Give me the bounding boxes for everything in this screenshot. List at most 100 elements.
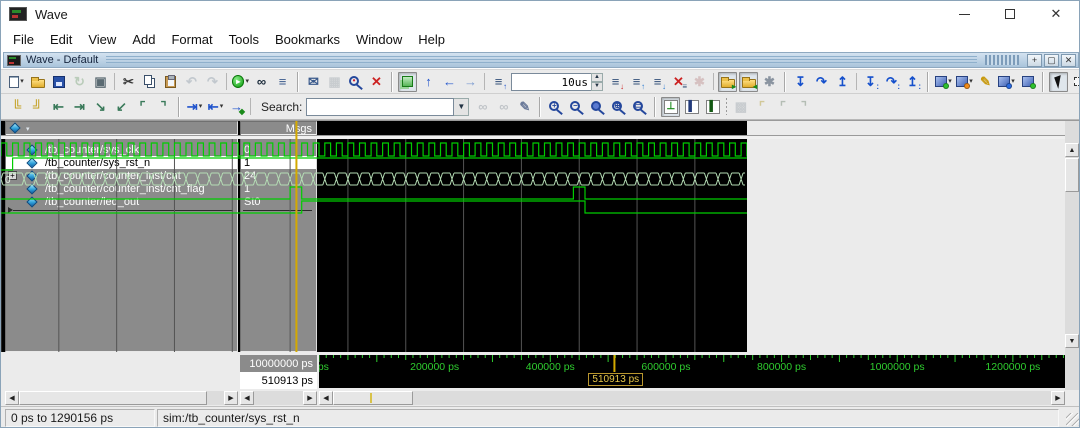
- falling-edge-button[interactable]: ⌝: [794, 97, 813, 117]
- prev-falling-edge-button[interactable]: ↘: [91, 97, 110, 117]
- zoom-in-button[interactable]: +: [546, 97, 565, 117]
- dropdown-caret-icon[interactable]: ▾: [245, 78, 249, 85]
- minimize-button[interactable]: [941, 1, 987, 27]
- delete-marker-button[interactable]: ≡ ↓: [648, 72, 667, 92]
- pattern-button[interactable]: ▩: [731, 97, 750, 117]
- find-next-button[interactable]: ∞: [473, 97, 492, 117]
- cursor-track[interactable]: 510913 ps: [319, 372, 1065, 388]
- title-bar[interactable]: Wave ✕: [1, 1, 1079, 27]
- undo-button[interactable]: ↶: [182, 72, 201, 92]
- wave-scroll-thumb[interactable]: [333, 391, 413, 405]
- export-image-button[interactable]: ✉: [304, 72, 323, 92]
- pane-restore-button[interactable]: ▢: [1044, 53, 1059, 67]
- collapse-time-button[interactable]: ⇥ ▾: [185, 97, 204, 117]
- scroll-up-icon[interactable]: ▲: [1065, 143, 1079, 157]
- open-button[interactable]: [28, 72, 47, 92]
- step-out-button[interactable]: ↥:: [903, 72, 922, 92]
- zoom-cursor-button[interactable]: ⊕: [609, 97, 628, 117]
- expanded-time-event-button[interactable]: ▌: [703, 97, 722, 117]
- values-hscrollbar[interactable]: ◀ ▶: [240, 391, 317, 405]
- rising-edge-button[interactable]: ⌜: [773, 97, 792, 117]
- scroll-down-icon[interactable]: ▼: [1065, 334, 1079, 348]
- pane-drag-grip[interactable]: [106, 56, 977, 64]
- annotate-button[interactable]: ✎: [976, 72, 995, 92]
- search-dropdown-icon[interactable]: ▼: [454, 97, 470, 116]
- print-button[interactable]: ▣: [91, 72, 110, 92]
- redo-button[interactable]: ↷: [203, 72, 222, 92]
- coverage-button[interactable]: ▾: [997, 72, 1016, 92]
- next-falling-edge-button[interactable]: ↙: [112, 97, 131, 117]
- close-button[interactable]: ✕: [1033, 1, 1079, 27]
- goto-time-button[interactable]: → ◆: [227, 97, 246, 117]
- delete-all-button[interactable]: ✕ ≡: [669, 72, 688, 92]
- cursor-time-badge[interactable]: 510913 ps: [588, 373, 644, 386]
- run-length-spinbox[interactable]: 10us ▲ ▼: [511, 72, 603, 91]
- spin-up-icon[interactable]: ▲: [591, 72, 603, 82]
- next-transition-button[interactable]: ⇥: [70, 97, 89, 117]
- menu-add[interactable]: Add: [124, 29, 163, 50]
- names-scroll-thumb[interactable]: [19, 391, 207, 405]
- restart-button[interactable]: ↧: [791, 72, 810, 92]
- search-input[interactable]: [306, 97, 455, 116]
- menu-edit[interactable]: Edit: [42, 29, 80, 50]
- next-rising-edge-button[interactable]: ⌝: [154, 97, 173, 117]
- pane-close-button[interactable]: ✕: [1061, 53, 1076, 67]
- find-in-files-button[interactable]: •: [346, 72, 365, 92]
- dropdown-caret-icon[interactable]: ▾: [20, 78, 24, 85]
- menu-format[interactable]: Format: [163, 29, 220, 50]
- cut-button[interactable]: ✂: [119, 72, 138, 92]
- grid-button[interactable]: ▦: [325, 72, 344, 92]
- new-file-button[interactable]: ▾: [7, 72, 26, 92]
- paste-button[interactable]: [161, 72, 180, 92]
- find-previous-button[interactable]: ∞: [494, 97, 513, 117]
- dropdown-caret-icon[interactable]: ▾: [220, 103, 224, 110]
- scroll-left-icon[interactable]: ◀: [240, 391, 254, 405]
- maximize-button[interactable]: [987, 1, 1033, 27]
- wave-pane-header[interactable]: Wave - Default + ▢ ✕: [3, 52, 1079, 68]
- menu-file[interactable]: File: [5, 29, 42, 50]
- save-format-button[interactable]: ▸: [718, 71, 737, 92]
- menu-help[interactable]: Help: [410, 29, 453, 50]
- prev-transition-button[interactable]: ⇤: [49, 97, 68, 117]
- pane-drag-knurl[interactable]: [985, 55, 1019, 65]
- menu-view[interactable]: View: [80, 29, 124, 50]
- menu-bookmarks[interactable]: Bookmarks: [267, 29, 348, 50]
- run-trace-button[interactable]: ▸ ▾: [231, 72, 250, 92]
- wave-vertical-scrollbar[interactable]: ▲ ▼: [1065, 121, 1079, 390]
- show-structure-button[interactable]: ≡: [273, 72, 292, 92]
- insert-cursor-button[interactable]: ≡ ↑: [489, 72, 508, 92]
- forward-button[interactable]: →: [461, 72, 480, 92]
- zoom-out-button[interactable]: −: [567, 97, 586, 117]
- spin-down-icon[interactable]: ▼: [591, 81, 603, 91]
- menu-tools[interactable]: Tools: [221, 29, 267, 50]
- scroll-right-icon[interactable]: ▶: [1051, 391, 1065, 405]
- timeline-ruler[interactable]: 0 ps 200000 ps 400000 ps 600000 ps 800000 ps…: [319, 355, 1065, 372]
- reload-format-button[interactable]: ◂: [739, 71, 758, 92]
- delete-window-button[interactable]: ✕: [367, 72, 386, 92]
- clock-edge-button[interactable]: ⌜: [752, 97, 771, 117]
- run-button[interactable]: ↷: [812, 72, 831, 92]
- back-button[interactable]: ←: [440, 72, 459, 92]
- expand-time-button[interactable]: ⇤ ▾: [206, 97, 225, 117]
- zoom-mode-button[interactable]: [1070, 72, 1079, 92]
- names-hscrollbar[interactable]: ◀ ▶: [5, 391, 238, 405]
- pane-dock-button[interactable]: +: [1027, 53, 1042, 67]
- continue-run-button[interactable]: ↥: [833, 72, 852, 92]
- reload-button[interactable]: ↻: [70, 72, 89, 92]
- save-button[interactable]: [49, 72, 68, 92]
- add-marker-button[interactable]: ≡ ↑: [627, 72, 646, 92]
- delete-cursor-button[interactable]: ≡ ↓: [606, 72, 625, 92]
- expanded-time-delta-button[interactable]: ▌: [682, 97, 701, 117]
- copy-button[interactable]: [140, 72, 159, 92]
- code-coverage-button[interactable]: [1018, 72, 1037, 92]
- menu-window[interactable]: Window: [348, 29, 410, 50]
- scroll-right-icon[interactable]: ▶: [224, 391, 238, 405]
- scroll-right-icon[interactable]: ▶: [303, 391, 317, 405]
- scroll-left-icon[interactable]: ◀: [5, 391, 19, 405]
- memory-profile-button[interactable]: ▾: [955, 72, 974, 92]
- waveform-canvas[interactable]: 0: [1, 121, 747, 352]
- expanded-time-off-button[interactable]: ⊥: [661, 96, 681, 117]
- insert-cursor-locked-button[interactable]: ╚: [7, 97, 26, 117]
- prev-rising-edge-button[interactable]: ⌜: [133, 97, 152, 117]
- select-mode-button[interactable]: [1049, 71, 1068, 92]
